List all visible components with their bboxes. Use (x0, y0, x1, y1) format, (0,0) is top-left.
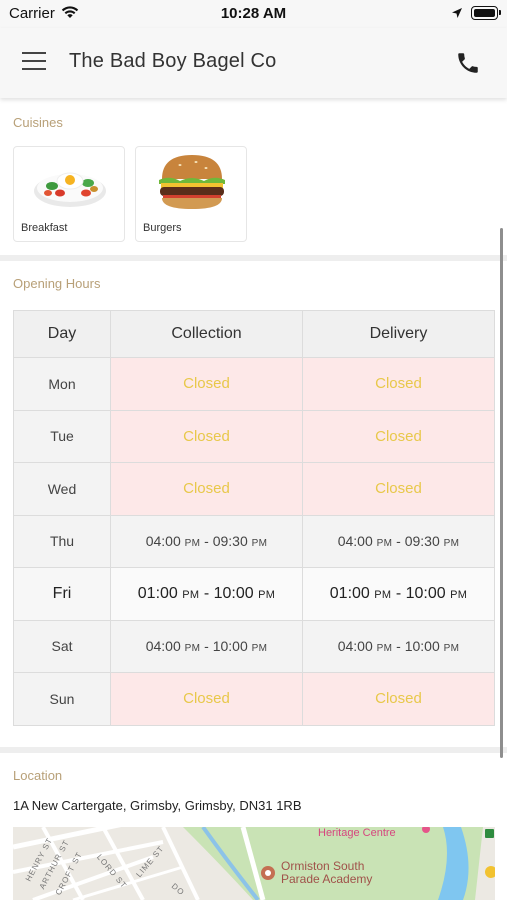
section-divider (0, 255, 507, 261)
breakfast-plate-icon (34, 172, 106, 207)
burger-icon (159, 155, 225, 209)
open-time: 04:00 (145, 638, 181, 655)
collection-cell: Closed (110, 672, 303, 726)
day-cell: Wed (13, 462, 111, 516)
delivery-cell: Closed (302, 357, 495, 411)
close-time: 10:00 (404, 638, 440, 655)
ampm-label: PM (182, 588, 200, 601)
collection-cell: Closed (110, 409, 303, 463)
map-background (13, 827, 495, 900)
ampm-label: PM (184, 643, 201, 655)
collection-cell: 04:00 PM - 09:30 PM (110, 514, 303, 568)
ampm-label: PM (443, 643, 460, 655)
table-row: Mon Closed Closed (13, 357, 495, 411)
table-row: Thu 04:00 PM - 09:30 PM 04:00 PM - 09:30… (13, 514, 495, 568)
day-cell: Fri (13, 567, 111, 621)
delivery-cell: 04:00 PM - 09:30 PM (302, 514, 495, 568)
open-time: 04:00 (337, 638, 373, 655)
cuisine-label: Burgers (143, 222, 182, 234)
cuisines-title: Cuisines (13, 115, 63, 130)
phone-icon[interactable] (454, 50, 482, 76)
location-title: Location (13, 768, 63, 783)
open-time: 04:00 (145, 533, 181, 550)
app-header: The Bad Boy Bagel Co (0, 28, 507, 98)
column-header: Day (13, 310, 111, 358)
close-time: 09:30 (404, 533, 440, 550)
location-map[interactable]: Heritage Centre Ormiston South Parade Ac… (13, 827, 495, 900)
delivery-cell: Closed (302, 672, 495, 726)
open-time: 01:00 (329, 584, 370, 602)
day-cell: Thu (13, 514, 111, 568)
battery-icon (471, 6, 501, 20)
map-label-heritage: Heritage Centre (318, 827, 396, 839)
cuisine-card-breakfast[interactable]: Breakfast (13, 146, 125, 242)
table-row: Sun Closed Closed (13, 672, 495, 726)
ampm-label: PM (251, 643, 268, 655)
column-header: Collection (110, 310, 303, 358)
map-label-school: Ormiston South Parade Academy (281, 860, 372, 886)
ampm-label: PM (258, 588, 276, 601)
status-bar: Carrier 10:28 AM (0, 0, 507, 28)
vertical-scrollbar[interactable] (500, 228, 503, 758)
collection-cell: Closed (110, 462, 303, 516)
collection-cell: Closed (110, 357, 303, 411)
day-cell: Tue (13, 409, 111, 463)
main-content[interactable]: Cuisines Breakfast Burgers Opening Hours… (0, 98, 507, 900)
location-arrow-icon (452, 8, 462, 18)
opening-hours-table: Day Collection Delivery Mon Closed Close… (13, 310, 495, 726)
address-text: 1A New Cartergate, Grimsby, Grimsby, DN3… (13, 798, 302, 813)
day-cell: Mon (13, 357, 111, 411)
column-header: Delivery (302, 310, 495, 358)
cuisine-label: Breakfast (21, 222, 68, 234)
hamburger-menu-icon[interactable] (22, 52, 48, 74)
ampm-label: PM (374, 588, 392, 601)
cuisine-card-burgers[interactable]: Burgers (135, 146, 247, 242)
day-cell: Sun (13, 672, 111, 726)
ampm-label: PM (184, 538, 201, 550)
close-time: 09:30 (212, 533, 248, 550)
table-row: Tue Closed Closed (13, 409, 495, 463)
ampm-label: PM (443, 538, 460, 550)
day-cell: Sat (13, 619, 111, 673)
table-row: Wed Closed Closed (13, 462, 495, 516)
table-header-row: Day Collection Delivery (13, 310, 495, 358)
table-row: Sat 04:00 PM - 10:00 PM 04:00 PM - 10:00… (13, 619, 495, 673)
ampm-label: PM (376, 538, 393, 550)
section-divider (0, 747, 507, 753)
ampm-label: PM (450, 588, 468, 601)
map-label-school-line: Parade Academy (281, 872, 373, 886)
delivery-cell: Closed (302, 462, 495, 516)
collection-cell: 04:00 PM - 10:00 PM (110, 619, 303, 673)
opening-hours-title: Opening Hours (13, 276, 101, 291)
open-time: 04:00 (337, 533, 373, 550)
open-time: 01:00 (137, 584, 178, 602)
delivery-cell: 04:00 PM - 10:00 PM (302, 619, 495, 673)
collection-cell: 01:00 PM - 10:00 PM (110, 567, 303, 621)
delivery-cell: Closed (302, 409, 495, 463)
ampm-label: PM (376, 643, 393, 655)
table-row-today: Fri 01:00 PM - 10:00 PM 01:00 PM - 10:00… (13, 567, 495, 621)
close-time: 10:00 (405, 584, 446, 602)
status-time: 10:28 AM (220, 5, 287, 22)
close-time: 10:00 (213, 584, 254, 602)
delivery-cell: 01:00 PM - 10:00 PM (302, 567, 495, 621)
ampm-label: PM (251, 538, 268, 550)
page-title: The Bad Boy Bagel Co (69, 50, 277, 72)
close-time: 10:00 (212, 638, 248, 655)
